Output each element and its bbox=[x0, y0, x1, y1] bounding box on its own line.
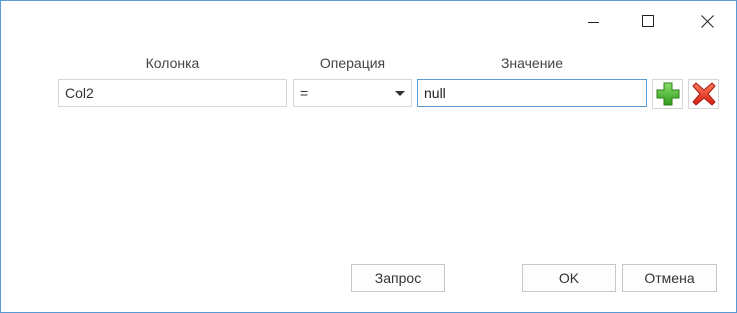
close-button[interactable] bbox=[684, 1, 730, 41]
maximize-button[interactable] bbox=[625, 1, 671, 41]
query-button[interactable]: Запрос bbox=[351, 264, 445, 292]
operation-select-value: = bbox=[300, 85, 309, 101]
minimize-icon bbox=[587, 21, 599, 23]
value-input[interactable]: null bbox=[417, 79, 647, 107]
column-header: Колонка bbox=[145, 55, 200, 71]
ok-button[interactable]: OK bbox=[522, 264, 616, 292]
operation-select[interactable]: = bbox=[293, 79, 412, 107]
delete-x-icon bbox=[691, 82, 716, 106]
filter-dialog: Колонка Операция Значение Col2 = null За… bbox=[0, 0, 737, 313]
value-header: Значение bbox=[500, 55, 564, 71]
close-icon bbox=[701, 15, 714, 28]
title-bar bbox=[1, 1, 736, 41]
column-field[interactable]: Col2 bbox=[58, 79, 287, 107]
value-input-value: null bbox=[424, 85, 446, 101]
maximize-icon bbox=[642, 15, 654, 27]
operation-header: Операция bbox=[319, 55, 386, 71]
minimize-button[interactable] bbox=[570, 1, 616, 41]
plus-icon bbox=[656, 82, 679, 106]
cancel-button[interactable]: Отмена bbox=[622, 264, 717, 292]
add-condition-button[interactable] bbox=[652, 79, 683, 109]
column-field-value: Col2 bbox=[65, 85, 94, 101]
remove-condition-button[interactable] bbox=[688, 79, 719, 109]
dropdown-arrow-icon[interactable] bbox=[395, 91, 405, 96]
